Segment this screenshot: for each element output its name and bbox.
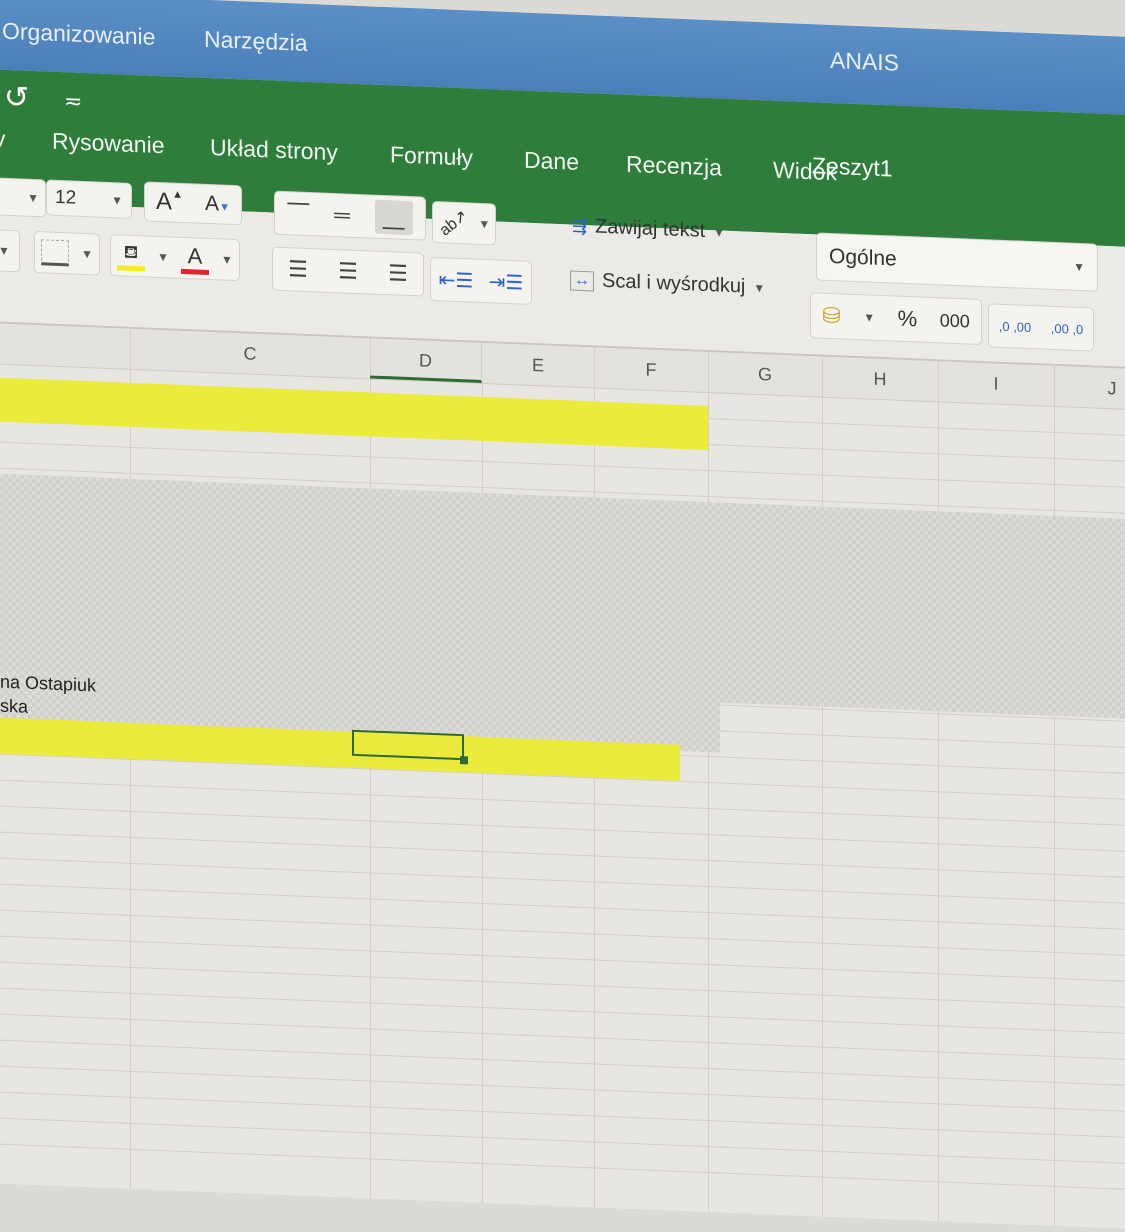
text-orientation-icon: ab↗: [436, 206, 472, 240]
vertical-align-group: ⎺ ═ ⎽: [274, 190, 426, 241]
cell-name[interactable]: na Ostapiuk: [0, 672, 96, 697]
merge-center-icon: ↔: [570, 270, 594, 291]
cell-name[interactable]: ska: [0, 696, 28, 718]
menu-narzedzia[interactable]: Narzędzia: [204, 26, 308, 57]
column-header-e[interactable]: E: [482, 342, 595, 388]
wrap-text-icon: ⇶: [572, 215, 588, 237]
align-middle-icon[interactable]: ═: [334, 202, 350, 229]
tab-uklad-strony[interactable]: Układ strony: [210, 134, 338, 166]
font-size-value: 12: [55, 186, 77, 209]
tab-recenzja[interactable]: Recenzja: [626, 151, 722, 182]
font-name-dropdown[interactable]: ▼: [0, 177, 46, 218]
fill-handle[interactable]: [460, 756, 468, 765]
borders-icon: [41, 239, 70, 267]
font-size-dropdown[interactable]: 12 ▼: [46, 179, 132, 219]
tab-widok[interactable]: Widok: [773, 157, 837, 187]
grid-line: [0, 986, 1125, 1037]
align-top-icon[interactable]: ⎺: [287, 200, 309, 227]
grid-line: [0, 1116, 1125, 1167]
selected-cell[interactable]: [352, 729, 464, 761]
wrap-text-button[interactable]: ⇶ Zawijaj tekst ▼: [572, 215, 725, 244]
orientation-button[interactable]: ab↗ ▼: [432, 200, 496, 246]
chevron-down-icon: ▼: [753, 280, 766, 295]
accounting-format-icon[interactable]: ⛁: [822, 303, 840, 330]
grid-line: [0, 856, 1125, 907]
align-left-icon[interactable]: ☰: [288, 256, 308, 283]
accounting-percent-group: ⛁ ▼ % 000: [810, 292, 982, 346]
chevron-down-icon[interactable]: ▼: [863, 310, 875, 324]
column-header-h[interactable]: H: [822, 356, 939, 402]
grid-line: [0, 1038, 1125, 1089]
comma-style-button[interactable]: 000: [940, 310, 970, 332]
merge-center-button[interactable]: ↔ Scal i wyśrodkuj ▼: [570, 269, 765, 300]
chevron-down-icon: ▼: [713, 224, 726, 240]
tab-rysowanie[interactable]: Rysowanie: [52, 128, 165, 160]
chevron-down-icon[interactable]: ▼: [157, 250, 169, 264]
grid-line: [0, 778, 1125, 829]
excel-window: Organizowanie Narzędzia ANAIS ↺ ≂ Zeszyt…: [0, 0, 1125, 1232]
horizontal-align-group: ☰ ☰ ☰: [272, 246, 424, 297]
menu-organizowanie[interactable]: Organizowanie: [2, 18, 155, 51]
grid-line: [0, 804, 1125, 855]
column-header-f[interactable]: F: [594, 347, 709, 393]
column-header-i[interactable]: I: [938, 361, 1055, 406]
chevron-down-icon: ▼: [478, 216, 491, 232]
font-color-icon[interactable]: A: [181, 242, 209, 275]
grid-line: [0, 1012, 1125, 1063]
grid-line: [0, 1142, 1125, 1193]
column-header-c[interactable]: C: [130, 328, 371, 379]
undo-icon[interactable]: ↺: [4, 80, 29, 116]
tab-formuly[interactable]: Formuły: [390, 141, 473, 171]
grid-line: [0, 830, 1125, 881]
decrease-indent-icon[interactable]: ⇤☰: [439, 267, 474, 293]
indent-group: ⇤☰ ⇥☰: [430, 256, 532, 305]
column-header-g[interactable]: G: [708, 352, 823, 397]
increase-decimal-button[interactable]: ,0 ,00: [998, 318, 1032, 334]
grid-line: [0, 908, 1125, 959]
grid-line: [0, 960, 1125, 1011]
tab-partial[interactable]: v: [0, 125, 6, 152]
decimal-group: ,0 ,00 ,00 ,0: [988, 303, 1094, 352]
chevron-down-icon[interactable]: ▼: [221, 252, 233, 266]
percent-style-button[interactable]: %: [898, 306, 918, 333]
grow-font-button[interactable]: A▲: [156, 188, 183, 217]
grid-line: [0, 1064, 1125, 1115]
chevron-down-icon: ▼: [27, 190, 39, 206]
grid-line: [0, 1090, 1125, 1141]
column-header-j[interactable]: J: [1054, 365, 1125, 411]
column-header-d[interactable]: D: [370, 338, 482, 383]
align-bottom-icon[interactable]: ⎽: [374, 199, 413, 236]
column-header-b[interactable]: [0, 322, 131, 369]
chevron-down-icon: ▼: [111, 193, 123, 208]
fill-color-icon[interactable]: ⛾: [117, 241, 146, 271]
number-format-dropdown[interactable]: Ogólne ▼: [816, 232, 1098, 292]
tab-dane[interactable]: Dane: [524, 147, 579, 176]
font-size-buttons: A▲ A▼: [144, 181, 242, 226]
fill-and-font-color: ⛾ ▼ A ▼: [110, 234, 240, 282]
user-name: ANAIS: [830, 46, 900, 76]
grid-line: [0, 934, 1125, 985]
decrease-decimal-button[interactable]: ,00 ,0: [1050, 320, 1084, 336]
borders-button[interactable]: ▼: [34, 230, 100, 276]
chevron-down-icon: ▼: [81, 246, 93, 262]
align-center-icon[interactable]: ☰: [338, 258, 358, 285]
partial-dropdown[interactable]: ▼: [0, 229, 20, 273]
chevron-down-icon: ▼: [1073, 259, 1085, 275]
align-right-icon[interactable]: ☰: [388, 260, 408, 287]
customize-quick-access-icon[interactable]: ≂: [64, 88, 82, 115]
shrink-font-button[interactable]: A▼: [205, 192, 230, 217]
grid-line: [0, 882, 1125, 933]
worksheet[interactable]: C D E F G H I J na Ostapiuk ska: [0, 322, 1125, 1232]
increase-indent-icon[interactable]: ⇥☰: [489, 269, 524, 295]
